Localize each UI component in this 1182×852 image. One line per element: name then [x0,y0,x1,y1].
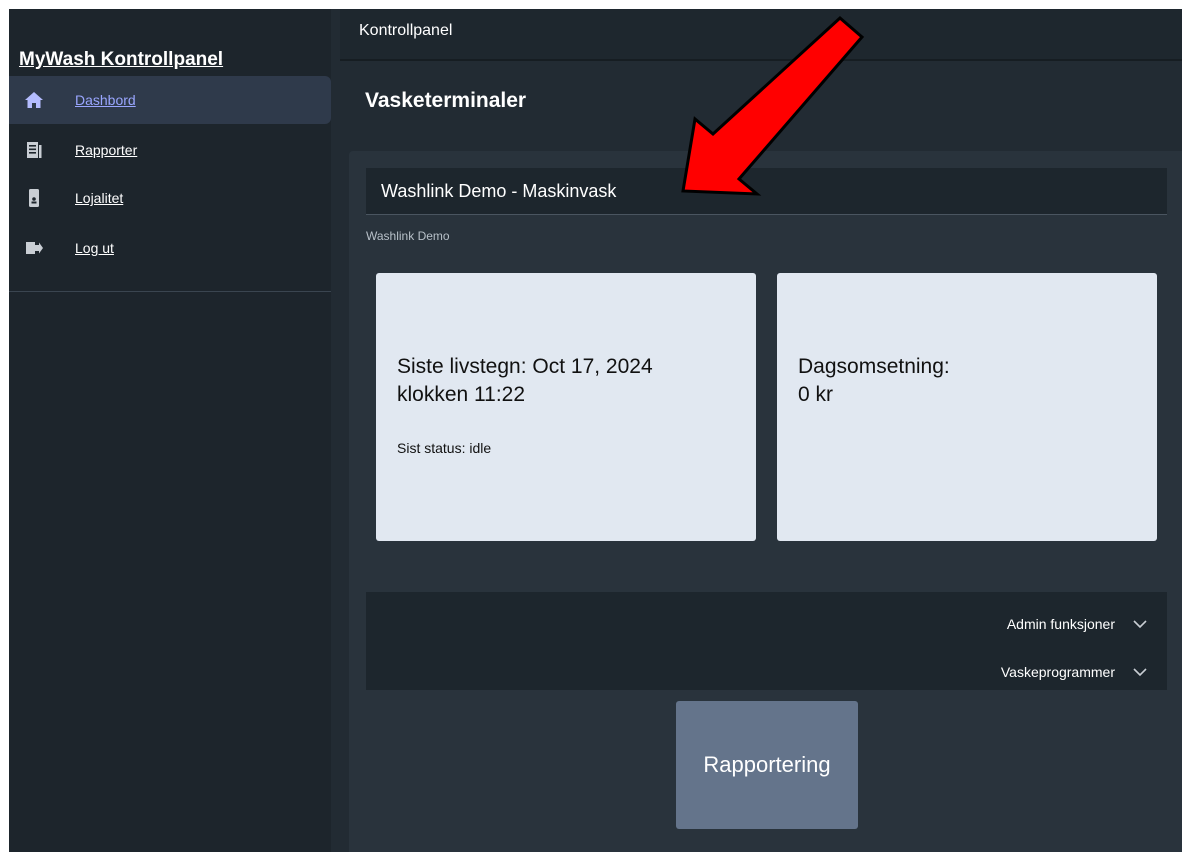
revenue-label: Dagsomsetning: [798,355,950,378]
terminal-header: Washlink Demo - Maskinvask [366,168,1167,215]
status-text: Sist status: idle [397,440,492,456]
sidebar-item-label[interactable]: Log ut [75,240,114,256]
sidebar-item-dashbord[interactable]: Dashbord [9,76,331,124]
page-title: Vasketerminaler [365,89,527,112]
sidebar-item-label[interactable]: Rapporter [75,142,137,158]
chevron-down-icon [1133,668,1147,677]
daily-revenue-card: Dagsomsetning: 0 kr [777,273,1157,541]
revenue-value: 0 kr [798,383,834,406]
heartbeat-text: Siste livstegn: Oct 17, 2024 klokken 11:… [397,353,737,409]
loyalty-card-icon [24,188,44,208]
admin-functions-toggle[interactable]: Admin funksjoner [1007,606,1167,642]
terminal-subtitle: Washlink Demo [366,229,450,243]
accordion: Admin funksjoner Vaskeprogrammer [366,592,1167,690]
heartbeat-time: klokken 11:22 [397,383,526,406]
home-icon [24,90,44,110]
last-heartbeat-card: Siste livstegn: Oct 17, 2024 klokken 11:… [376,273,756,541]
revenue-text: Dagsomsetning: 0 kr [798,353,1138,409]
app-window: MyWash Kontrollpanel Dashbord Rapporter … [9,9,1182,852]
terminal-name: Washlink Demo - Maskinvask [381,181,617,201]
wash-programs-label: Vaskeprogrammer [1000,664,1115,680]
heartbeat-date: Siste livstegn: Oct 17, 2024 [397,355,653,378]
admin-functions-label: Admin funksjoner [1006,616,1115,632]
sidebar-item-label[interactable]: Lojalitet [75,190,123,206]
chevron-down-icon [1133,620,1147,629]
sidebar-item-rapporter[interactable]: Rapporter [9,126,331,174]
app-title[interactable]: MyWash Kontrollpanel [19,49,223,71]
top-bar: Kontrollpanel [340,9,1182,61]
sidebar: MyWash Kontrollpanel Dashbord Rapporter … [9,9,331,852]
sidebar-item-label[interactable]: Dashbord [75,92,136,108]
topbar-title: Kontrollpanel [359,22,453,39]
logout-icon [24,238,44,258]
report-icon [24,140,44,160]
sidebar-item-lojalitet[interactable]: Lojalitet [9,174,331,222]
wash-programs-toggle[interactable]: Vaskeprogrammer [1001,654,1167,690]
sidebar-divider [9,291,331,292]
reporting-button[interactable]: Rapportering [676,701,858,829]
sidebar-item-log-ut[interactable]: Log ut [9,224,331,272]
